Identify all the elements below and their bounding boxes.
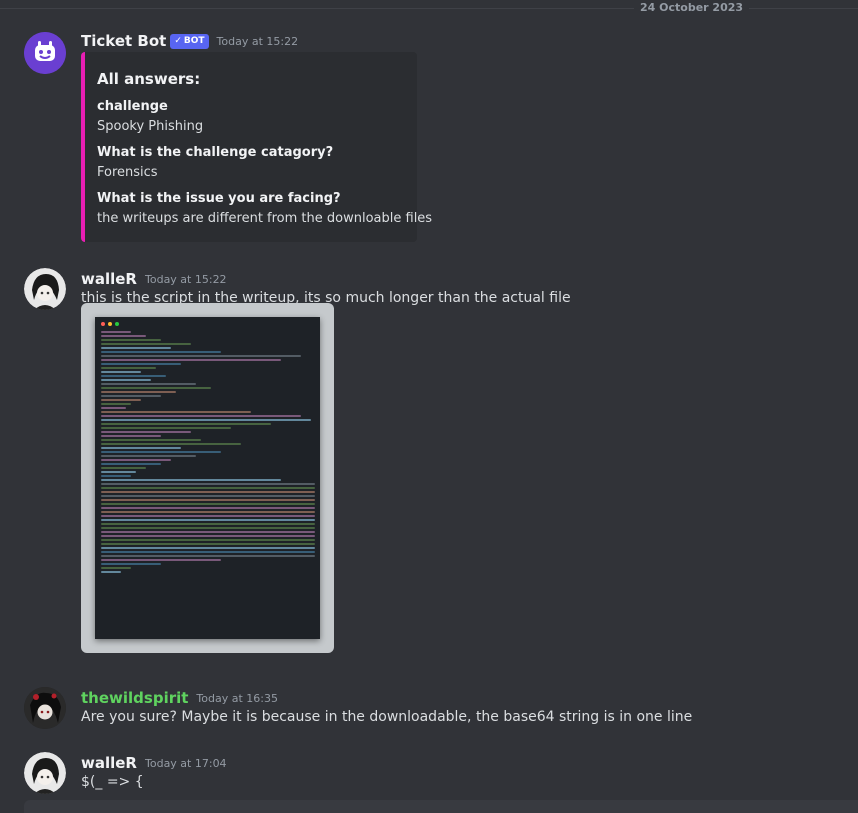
message-header: Ticket Bot ✓ BOT Today at 15:22 <box>81 30 298 52</box>
code-line <box>101 375 166 377</box>
message-text: $(_ => { <box>81 774 144 790</box>
code-line <box>101 467 146 469</box>
code-line <box>101 523 315 525</box>
date-divider: 24 October 2023 <box>0 0 858 16</box>
author-name[interactable]: thewildspirit <box>81 689 188 707</box>
embed-field-name: What is the challenge catagory? <box>97 145 334 160</box>
code-line <box>101 383 196 385</box>
code-line <box>101 459 171 461</box>
code-line <box>101 527 315 529</box>
code-line <box>101 359 281 361</box>
author-name[interactable]: Ticket Bot <box>81 32 166 50</box>
code-line <box>101 407 126 409</box>
code-line <box>101 571 121 573</box>
code-line <box>101 535 315 537</box>
code-line <box>101 499 315 501</box>
message-header: walleR Today at 17:04 <box>81 752 227 774</box>
code-line <box>101 447 181 449</box>
code-line <box>101 567 131 569</box>
code-lines <box>101 331 315 575</box>
timestamp: Today at 17:04 <box>145 756 227 770</box>
code-line <box>101 543 315 545</box>
user-avatar-icon[interactable] <box>24 687 66 729</box>
author-name[interactable]: walleR <box>81 754 137 772</box>
code-line <box>101 363 181 365</box>
user-avatar-icon[interactable] <box>24 752 66 794</box>
user-avatar-icon[interactable] <box>24 268 66 310</box>
code-line <box>101 331 131 333</box>
embed-field-value: the writeups are different from the down… <box>97 211 433 226</box>
embed-title: All answers: <box>97 70 201 88</box>
code-line <box>101 479 281 481</box>
date-label: 24 October 2023 <box>634 0 750 16</box>
embed-field-value: Forensics <box>97 165 158 180</box>
code-screenshot-image[interactable] <box>81 303 334 653</box>
embed-field-name: What is the issue you are facing? <box>97 191 341 206</box>
timestamp: Today at 15:22 <box>216 34 299 48</box>
message-header: walleR Today at 15:22 <box>81 268 227 290</box>
code-line <box>101 427 231 429</box>
code-line <box>101 491 315 493</box>
code-preview <box>95 317 320 639</box>
code-line <box>101 343 191 345</box>
code-line <box>101 551 315 553</box>
code-line <box>101 463 161 465</box>
embed-field-name: challenge <box>97 99 168 114</box>
code-line <box>101 559 221 561</box>
code-line <box>101 455 196 457</box>
code-line <box>101 387 211 389</box>
code-line <box>101 355 301 357</box>
code-line <box>101 335 146 337</box>
embed-card: All answers: challenge Spooky Phishing W… <box>81 52 432 242</box>
message-text: Are you sure? Maybe it is because in the… <box>81 709 693 725</box>
code-line <box>101 519 315 521</box>
code-line <box>101 483 315 485</box>
message-input-area[interactable] <box>24 800 858 813</box>
code-line <box>101 399 141 401</box>
code-line <box>101 379 151 381</box>
code-line <box>101 415 301 417</box>
code-line <box>101 443 241 445</box>
code-line <box>101 347 171 349</box>
window-dots-icon <box>101 322 119 326</box>
code-line <box>101 423 271 425</box>
code-line <box>101 503 315 505</box>
code-line <box>101 339 161 341</box>
embed-field-value: Spooky Phishing <box>97 119 204 134</box>
code-line <box>101 411 251 413</box>
code-line <box>101 515 315 517</box>
message-header: thewildspirit Today at 16:35 <box>81 687 278 709</box>
code-line <box>101 495 315 497</box>
code-line <box>101 531 315 533</box>
code-line <box>101 431 191 433</box>
code-line <box>101 555 315 557</box>
code-line <box>101 475 131 477</box>
code-line <box>101 451 221 453</box>
code-line <box>101 367 156 369</box>
code-line <box>101 511 315 513</box>
code-line <box>101 371 141 373</box>
code-line <box>101 487 315 489</box>
code-line <box>101 507 315 509</box>
bot-badge: ✓ BOT <box>170 33 209 49</box>
author-name[interactable]: walleR <box>81 270 137 288</box>
code-line <box>101 547 315 549</box>
code-line <box>101 471 136 473</box>
code-line <box>101 563 161 565</box>
check-icon: ✓ <box>174 36 182 46</box>
code-line <box>101 391 176 393</box>
code-line <box>101 439 201 441</box>
timestamp: Today at 15:22 <box>145 272 227 286</box>
code-line <box>101 539 315 541</box>
code-line <box>101 435 161 437</box>
code-line <box>101 351 221 353</box>
bot-avatar-icon[interactable] <box>24 32 66 74</box>
code-line <box>101 395 161 397</box>
timestamp: Today at 16:35 <box>196 691 278 705</box>
code-line <box>101 419 311 421</box>
code-line <box>101 403 131 405</box>
